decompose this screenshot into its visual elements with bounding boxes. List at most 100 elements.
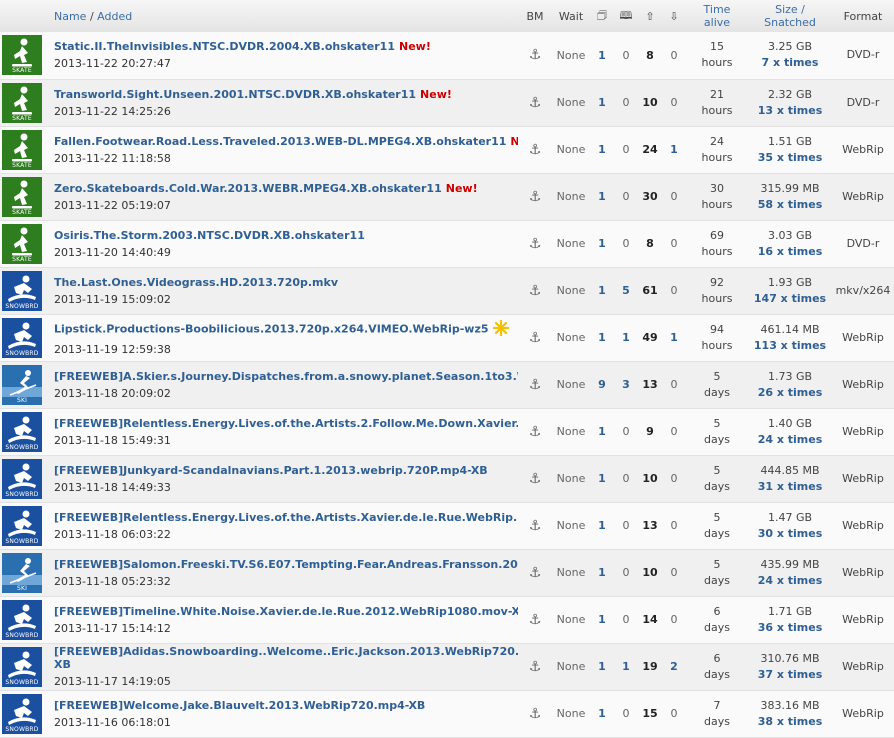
comments-count[interactable]: 3	[614, 361, 638, 409]
skate-category-icon[interactable]: SKATE	[2, 129, 42, 170]
anchor-icon[interactable]: ⚓	[529, 47, 542, 63]
snowbrd-category-icon[interactable]: SNOWBRD	[2, 458, 42, 499]
snatched-link[interactable]: 31 x times	[758, 480, 823, 493]
files-count[interactable]: 1	[590, 455, 614, 503]
anchor-icon[interactable]: ⚓	[529, 330, 542, 346]
comments-count[interactable]: 1	[614, 643, 638, 691]
seeders-count[interactable]: 13	[638, 502, 662, 550]
files-count[interactable]: 1	[590, 596, 614, 644]
comments-header[interactable]: 🕮	[614, 0, 638, 32]
seeders-count[interactable]: 10	[638, 549, 662, 597]
comments-count[interactable]: 0	[614, 690, 638, 738]
leechers-count[interactable]: 0	[662, 267, 686, 315]
files-count[interactable]: 1	[590, 643, 614, 691]
anchor-icon[interactable]: ⚓	[529, 377, 542, 393]
comments-count[interactable]: 0	[614, 502, 638, 550]
torrent-title-link[interactable]: [FREEWEB]Welcome.Jake.Blauvelt.2013.WebR…	[54, 699, 425, 712]
anchor-icon[interactable]: ⚓	[529, 142, 542, 158]
anchor-icon[interactable]: ⚓	[529, 706, 542, 722]
seeders-count[interactable]: 10	[638, 79, 662, 127]
torrent-title-link[interactable]: Zero.Skateboards.Cold.War.2013.WEBR.MPEG…	[54, 182, 442, 195]
files-count[interactable]: 9	[590, 361, 614, 409]
torrent-title-link[interactable]: [FREEWEB]Timeline.White.Noise.Xavier.de.…	[54, 605, 518, 618]
leechers-count[interactable]: 0	[662, 690, 686, 738]
snatched-link[interactable]: 30 x times	[758, 527, 823, 540]
snatched-link[interactable]: 16 x times	[758, 245, 823, 258]
snowbrd-category-icon[interactable]: SNOWBRD	[2, 411, 42, 452]
snatched-link[interactable]: 147 x times	[754, 292, 826, 305]
files-count[interactable]: 1	[590, 502, 614, 550]
snatched-link[interactable]: 35 x times	[758, 151, 823, 164]
leechers-count[interactable]: 2	[662, 643, 686, 691]
anchor-icon[interactable]: ⚓	[529, 659, 542, 675]
comments-count[interactable]: 0	[614, 32, 638, 80]
leechers-count[interactable]: 0	[662, 32, 686, 80]
files-header[interactable]: 🗇	[590, 0, 614, 32]
seeders-count[interactable]: 19	[638, 643, 662, 691]
anchor-icon[interactable]: ⚓	[529, 95, 542, 111]
ski-category-icon[interactable]: SKI	[2, 364, 42, 405]
files-count[interactable]: 1	[590, 549, 614, 597]
seeders-count[interactable]: 13	[638, 361, 662, 409]
snowbrd-category-icon[interactable]: SNOWBRD	[2, 505, 42, 546]
sort-by-added-link[interactable]: Added	[97, 10, 132, 23]
comments-count[interactable]: 0	[614, 79, 638, 127]
torrent-title-link[interactable]: [FREEWEB]Relentless.Energy.Lives.of.the.…	[54, 511, 518, 524]
leechers-count[interactable]: 0	[662, 596, 686, 644]
snatched-link[interactable]: 38 x times	[758, 715, 823, 728]
snatched-link[interactable]: 36 x times	[758, 621, 823, 634]
torrent-title-link-cont[interactable]: XB	[54, 658, 71, 671]
seeders-count[interactable]: 24	[638, 126, 662, 174]
files-count[interactable]: 1	[590, 408, 614, 456]
torrent-title-link[interactable]: Osiris.The.Storm.2003.NTSC.DVDR.XB.ohska…	[54, 229, 365, 242]
leechers-count[interactable]: 0	[662, 173, 686, 221]
torrent-title-link[interactable]: Static.II.TheInvisibles.NTSC.DVDR.2004.X…	[54, 40, 395, 53]
comments-count[interactable]: 0	[614, 408, 638, 456]
files-count[interactable]: 1	[590, 32, 614, 80]
leechers-header[interactable]: ⇩	[662, 0, 686, 32]
seeders-count[interactable]: 15	[638, 690, 662, 738]
anchor-icon[interactable]: ⚓	[529, 283, 542, 299]
torrent-title-link[interactable]: The.Last.Ones.Videograss.HD.2013.720p.mk…	[54, 276, 338, 289]
files-count[interactable]: 1	[590, 690, 614, 738]
files-count[interactable]: 1	[590, 314, 614, 362]
seeders-count[interactable]: 10	[638, 455, 662, 503]
snatched-link[interactable]: 58 x times	[758, 198, 823, 211]
anchor-icon[interactable]: ⚓	[529, 236, 542, 252]
anchor-icon[interactable]: ⚓	[529, 612, 542, 628]
files-count[interactable]: 1	[590, 173, 614, 221]
seeders-count[interactable]: 14	[638, 596, 662, 644]
snowbrd-category-icon[interactable]: SNOWBRD	[2, 599, 42, 640]
seeders-count[interactable]: 61	[638, 267, 662, 315]
anchor-icon[interactable]: ⚓	[529, 565, 542, 581]
anchor-icon[interactable]: ⚓	[529, 424, 542, 440]
comments-count[interactable]: 0	[614, 126, 638, 174]
skate-category-icon[interactable]: SKATE	[2, 223, 42, 264]
torrent-title-link[interactable]: [FREEWEB]A.Skier.s.Journey.Dispatches.fr…	[54, 370, 518, 383]
snatched-link[interactable]: 7 x times	[762, 56, 819, 69]
seeders-count[interactable]: 9	[638, 408, 662, 456]
files-count[interactable]: 1	[590, 79, 614, 127]
leechers-count[interactable]: 0	[662, 220, 686, 268]
snowbrd-category-icon[interactable]: SNOWBRD	[2, 270, 42, 311]
skate-category-icon[interactable]: SKATE	[2, 82, 42, 123]
seeders-count[interactable]: 49	[638, 314, 662, 362]
torrent-title-link[interactable]: [FREEWEB]Junkyard-Scandalnavians.Part.1.…	[54, 464, 488, 477]
seeders-count[interactable]: 30	[638, 173, 662, 221]
comments-count[interactable]: 0	[614, 596, 638, 644]
files-count[interactable]: 1	[590, 267, 614, 315]
comments-count[interactable]: 0	[614, 173, 638, 221]
leechers-count[interactable]: 0	[662, 79, 686, 127]
leechers-count[interactable]: 1	[662, 126, 686, 174]
size-snatched-header[interactable]: Size / Snatched	[748, 0, 832, 32]
torrent-title-link[interactable]: [FREEWEB]Adidas.Snowboarding..Welcome..E…	[54, 645, 518, 658]
comments-count[interactable]: 0	[614, 220, 638, 268]
comments-count[interactable]: 0	[614, 455, 638, 503]
files-count[interactable]: 1	[590, 220, 614, 268]
snowbrd-category-icon[interactable]: SNOWBRD	[2, 646, 42, 687]
leechers-count[interactable]: 0	[662, 455, 686, 503]
anchor-icon[interactable]: ⚓	[529, 189, 542, 205]
skate-category-icon[interactable]: SKATE	[2, 176, 42, 217]
torrent-title-link[interactable]: Fallen.Footwear.Road.Less.Traveled.2013.…	[54, 135, 506, 148]
torrent-title-link[interactable]: Transworld.Sight.Unseen.2001.NTSC.DVDR.X…	[54, 88, 416, 101]
